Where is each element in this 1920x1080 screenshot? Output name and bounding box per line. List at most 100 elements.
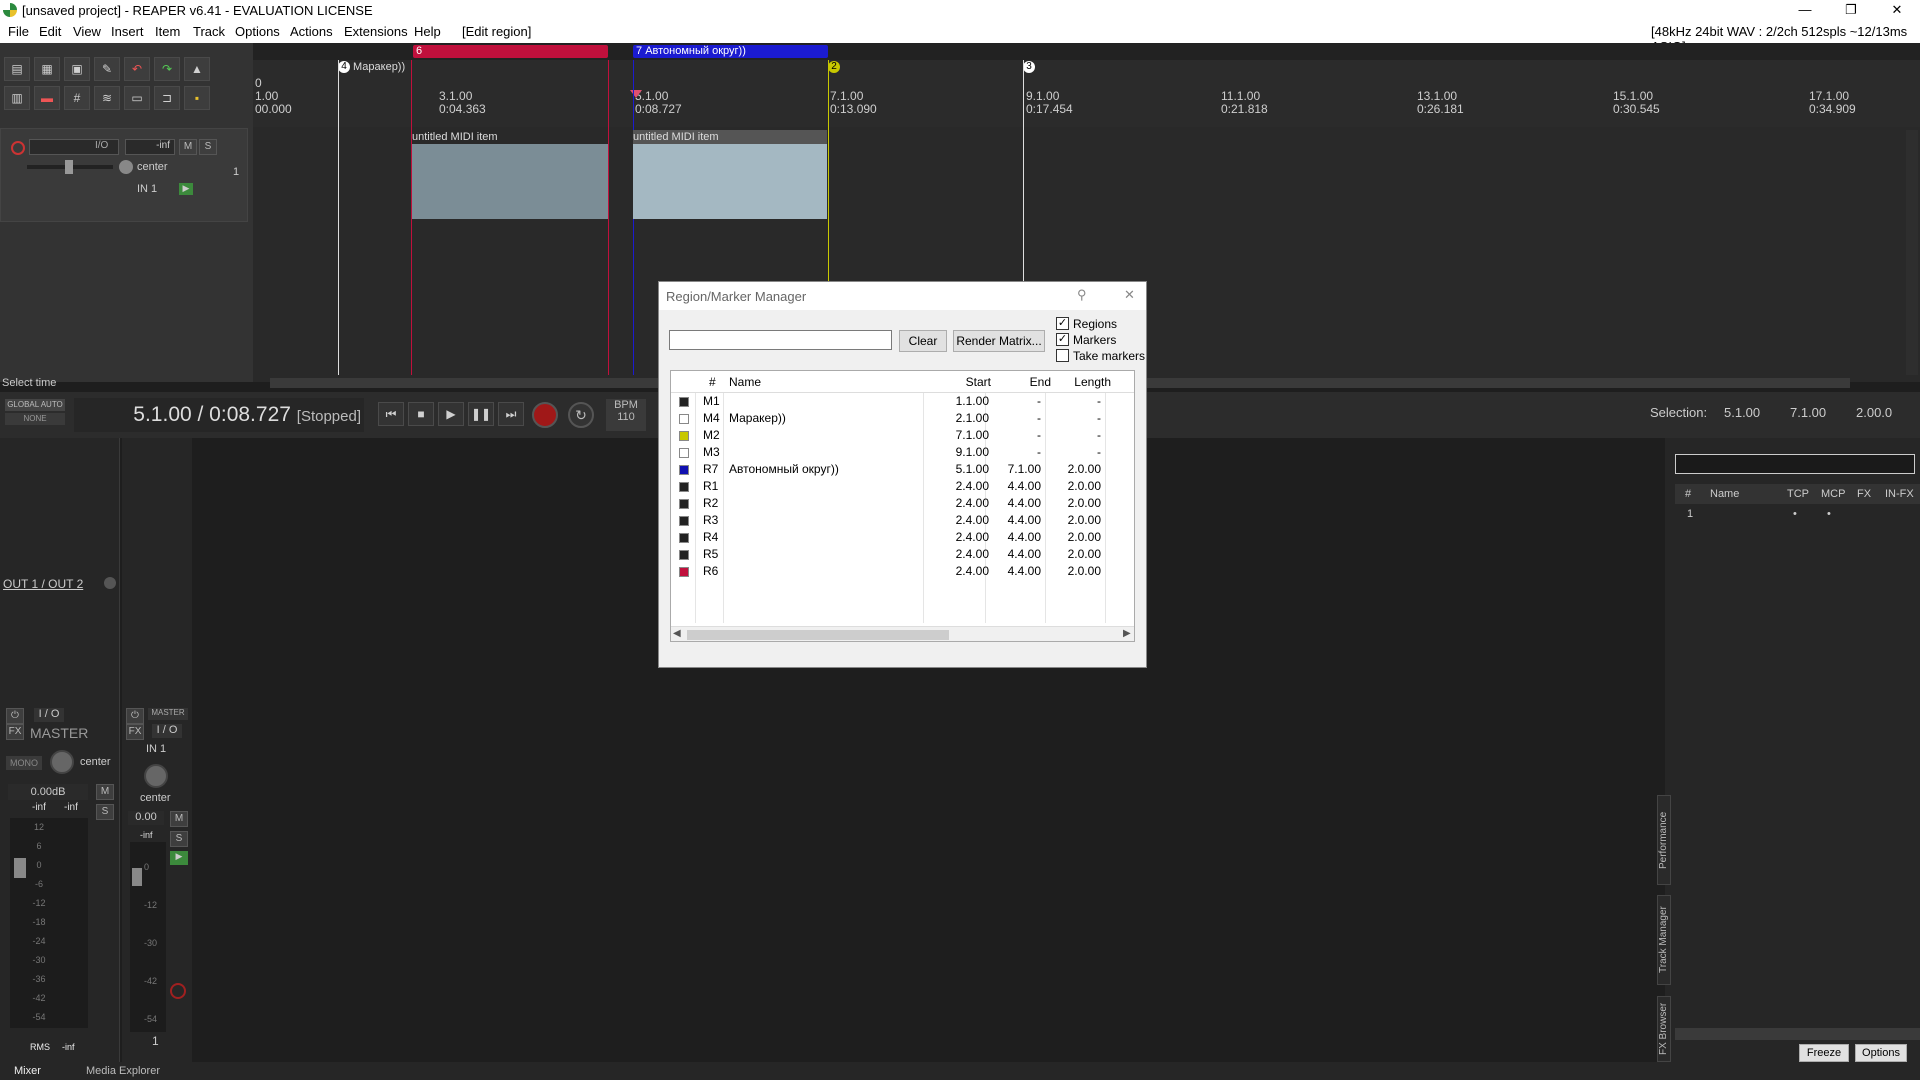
- table-row[interactable]: R5 2.4.00 4.4.00 2.0.00: [671, 546, 1134, 563]
- color-swatch[interactable]: [679, 567, 689, 577]
- menu-view[interactable]: View: [73, 24, 101, 39]
- volume-slider-handle[interactable]: [65, 160, 73, 174]
- table-row[interactable]: R4 2.4.00 4.4.00 2.0.00: [671, 529, 1134, 546]
- record-arm-icon[interactable]: [11, 141, 25, 155]
- render-matrix-button[interactable]: Render Matrix...: [953, 330, 1045, 352]
- menu-help[interactable]: Help: [414, 24, 441, 39]
- envelope-lock-icon[interactable]: ≋: [94, 86, 120, 110]
- stop-icon[interactable]: ■: [408, 402, 434, 426]
- marker-2-badge[interactable]: 2: [828, 61, 840, 73]
- table-row[interactable]: M1 1.1.00 - -: [671, 393, 1134, 410]
- selection-length[interactable]: 2.00.0: [1856, 405, 1892, 420]
- row-mcp[interactable]: •: [1827, 508, 1831, 520]
- grid-toggle-icon[interactable]: ▥: [4, 86, 30, 110]
- marker-4-badge[interactable]: 4: [338, 61, 350, 73]
- scroll-thumb[interactable]: [687, 630, 949, 640]
- table-row[interactable]: M2 7.1.00 - -: [671, 427, 1134, 444]
- global-auto-none[interactable]: NONE: [5, 413, 65, 425]
- header-name[interactable]: Name: [729, 375, 761, 389]
- track-manager-tab[interactable]: Track Manager: [1657, 895, 1671, 985]
- repeat-toggle-icon[interactable]: ↻: [568, 402, 594, 428]
- regions-checkbox[interactable]: ✓: [1056, 317, 1069, 330]
- region-7[interactable]: 7 Автономный округ)): [633, 45, 828, 58]
- menu-edit[interactable]: Edit: [39, 24, 61, 39]
- menu-options[interactable]: Options: [235, 24, 280, 39]
- ch1-fader-handle[interactable]: [132, 868, 142, 886]
- menu-actions[interactable]: Actions: [290, 24, 333, 39]
- mono-button[interactable]: MONO: [6, 756, 42, 770]
- snap-grid-icon[interactable]: #: [64, 86, 90, 110]
- markers-checkbox[interactable]: ✓: [1056, 333, 1069, 346]
- table-row[interactable]: R3 2.4.00 4.4.00 2.0.00: [671, 512, 1134, 529]
- dialog-titlebar[interactable]: Region/Marker Manager ⚲ ✕: [659, 282, 1146, 310]
- go-to-start-icon[interactable]: ⏮: [378, 402, 404, 426]
- master-solo-button[interactable]: S: [96, 804, 114, 820]
- midi-item-2-name[interactable]: untitled MIDI item: [633, 130, 827, 144]
- master-fx-button[interactable]: FX: [6, 724, 24, 740]
- color-swatch[interactable]: [679, 499, 689, 509]
- row-tcp[interactable]: •: [1793, 508, 1797, 520]
- table-row[interactable]: M4 Маракер)) 2.1.00 - -: [671, 410, 1134, 427]
- settings-wrench-icon[interactable]: ✎: [94, 57, 120, 81]
- scroll-left-icon[interactable]: ◀: [673, 628, 681, 639]
- region-6[interactable]: 6: [413, 45, 608, 58]
- io-button[interactable]: I/O: [95, 140, 108, 151]
- performance-tab[interactable]: Performance: [1657, 795, 1671, 885]
- bpm-value[interactable]: 110: [606, 411, 646, 423]
- global-auto-button[interactable]: GLOBAL AUTO: [5, 399, 65, 411]
- dialog-filter-input[interactable]: [669, 330, 892, 350]
- color-swatch[interactable]: [679, 550, 689, 560]
- mixer-tab[interactable]: Mixer: [14, 1065, 41, 1077]
- color-swatch[interactable]: [679, 482, 689, 492]
- timeline-ruler[interactable]: 4 Маракер)) 2 3 0 1.00 00.000 3.1.00 0:04.…: [253, 60, 1920, 127]
- menu-extensions[interactable]: Extensions: [344, 24, 408, 39]
- lock-icon[interactable]: ▪: [184, 86, 210, 110]
- ch1-power-icon[interactable]: ⏻: [126, 708, 144, 724]
- color-swatch[interactable]: [679, 465, 689, 475]
- table-row[interactable]: R6 2.4.00 4.4.00 2.0.00: [671, 563, 1134, 580]
- open-project-icon[interactable]: ▦: [34, 57, 60, 81]
- ripple-edit-icon[interactable]: ▬: [34, 86, 60, 110]
- ch1-mute-button[interactable]: M: [170, 811, 188, 827]
- color-swatch[interactable]: [679, 516, 689, 526]
- midi-item-1[interactable]: [412, 144, 608, 219]
- media-explorer-tab[interactable]: Media Explorer: [86, 1065, 160, 1077]
- pin-icon[interactable]: ⚲: [1077, 287, 1087, 303]
- pan-knob[interactable]: [119, 160, 133, 174]
- undo-icon[interactable]: ↶: [124, 57, 150, 81]
- redo-icon[interactable]: ↷: [154, 57, 180, 81]
- take-markers-checkbox[interactable]: [1056, 349, 1069, 362]
- midi-item-1-name[interactable]: untitled MIDI item: [412, 130, 608, 144]
- pause-icon[interactable]: ❚❚: [468, 402, 494, 426]
- color-swatch[interactable]: [679, 414, 689, 424]
- vertical-scrollbar[interactable]: [1906, 130, 1918, 375]
- ch1-pan-knob[interactable]: [144, 764, 168, 788]
- freeze-button[interactable]: Freeze: [1799, 1044, 1849, 1062]
- ch1-master-send[interactable]: MASTER: [148, 708, 188, 720]
- master-output-label[interactable]: OUT 1 / OUT 2: [3, 577, 83, 591]
- selection-end[interactable]: 7.1.00: [1790, 405, 1826, 420]
- close-button[interactable]: ✕: [1874, 0, 1920, 22]
- master-fader-handle[interactable]: [14, 858, 26, 878]
- table-row[interactable]: R7 Автономный округ)) 5.1.00 7.1.00 2.0.00: [671, 461, 1134, 478]
- region-lane[interactable]: 6 7 Автономный округ)): [253, 43, 1920, 60]
- selection-start[interactable]: 5.1.00: [1724, 405, 1760, 420]
- auto-crossfade-icon[interactable]: ▭: [124, 86, 150, 110]
- table-row[interactable]: R1 2.4.00 4.4.00 2.0.00: [671, 478, 1134, 495]
- record-button-icon[interactable]: [532, 402, 558, 428]
- header-length[interactable]: Length: [1031, 375, 1111, 389]
- solo-button[interactable]: S: [199, 139, 217, 155]
- master-io-button[interactable]: I / O: [34, 708, 64, 722]
- menu-edit-region[interactable]: [Edit region]: [462, 24, 531, 39]
- menu-file[interactable]: File: [8, 24, 29, 39]
- marker-3-badge[interactable]: 3: [1023, 61, 1035, 73]
- color-swatch[interactable]: [679, 448, 689, 458]
- menu-item[interactable]: Item: [155, 24, 180, 39]
- monitor-icon[interactable]: ▶: [179, 183, 193, 195]
- ch1-record-arm-icon[interactable]: [170, 983, 186, 999]
- input-select[interactable]: IN 1: [137, 183, 157, 195]
- track-manager-row[interactable]: 1 • •: [1675, 506, 1920, 522]
- master-pan-knob[interactable]: [50, 750, 74, 774]
- color-swatch[interactable]: [679, 533, 689, 543]
- loop-points-icon[interactable]: ⊐: [154, 86, 180, 110]
